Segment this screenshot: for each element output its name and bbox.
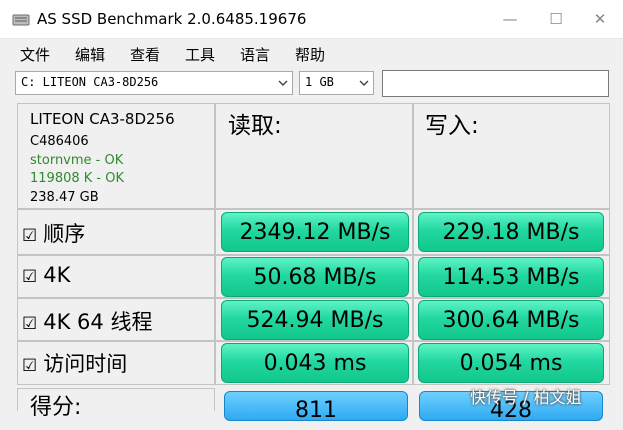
row-4k-64[interactable]: ☑ 4K 64 线程 (22, 306, 152, 336)
minimize-button[interactable]: — (487, 0, 533, 38)
4k64-write-result: 300.64 MB/s (418, 300, 604, 340)
menu-edit[interactable]: 编辑 (75, 44, 105, 65)
checkbox-4k[interactable]: ☑ (22, 267, 37, 287)
checkbox-4k-64[interactable]: ☑ (22, 314, 37, 334)
score-read: 811 (224, 391, 408, 423)
alignment-status: 119808 K - OK (30, 171, 124, 186)
menu-file[interactable]: 文件 (20, 44, 50, 65)
menu-view[interactable]: 查看 (130, 44, 160, 65)
row-4k[interactable]: ☑ 4K (22, 263, 70, 287)
menu-help[interactable]: 帮助 (295, 44, 325, 65)
row-label-sequential: 顺序 (43, 222, 86, 246)
chevron-down-icon (278, 80, 288, 86)
row-label-4k-64: 4K 64 线程 (43, 310, 153, 334)
drive-firmware: C486406 (30, 134, 89, 149)
seq-read-result: 2349.12 MB/s (221, 212, 409, 252)
size-select[interactable]: 1 GB (299, 71, 374, 95)
drive-model: LITEON CA3-8D256 (30, 110, 175, 128)
read-column-header: 读取: (228, 113, 282, 139)
driver-status: stornvme - OK (30, 153, 124, 168)
row-access-time[interactable]: ☑ 访问时间 (22, 348, 127, 378)
watermark-text: 快传号 / 柏文姐 (470, 388, 582, 407)
chevron-down-icon (359, 80, 369, 86)
size-select-value: 1 GB (305, 75, 334, 89)
drive-capacity: 238.47 GB (30, 190, 99, 205)
4k-write-result: 114.53 MB/s (418, 257, 604, 297)
score-label: 得分: (30, 395, 82, 420)
menu-bar: 文件 编辑 查看 工具 语言 帮助 (0, 40, 623, 66)
checkbox-sequential[interactable]: ☑ (22, 226, 37, 246)
row-label-access-time: 访问时间 (43, 352, 128, 376)
access-read-result: 0.043 ms (221, 343, 409, 383)
drive-select[interactable]: C: LITEON CA3-8D256 (15, 71, 293, 95)
4k64-read-result: 524.94 MB/s (221, 300, 409, 340)
write-column-header: 写入: (425, 113, 479, 139)
menu-language[interactable]: 语言 (240, 44, 270, 65)
4k-read-result: 50.68 MB/s (221, 257, 409, 297)
checkbox-access-time[interactable]: ☑ (22, 356, 37, 376)
seq-write-result: 229.18 MB/s (418, 212, 604, 252)
name-input[interactable] (382, 70, 609, 97)
access-write-result: 0.054 ms (418, 343, 604, 383)
close-button[interactable]: ✕ (577, 0, 623, 38)
app-drive-icon (12, 14, 30, 26)
maximize-button[interactable]: ☐ (533, 0, 579, 38)
menu-tools[interactable]: 工具 (185, 44, 215, 65)
title-bar: AS SSD Benchmark 2.0.6485.19676 — ☐ ✕ (0, 0, 623, 39)
drive-select-value: C: LITEON CA3-8D256 (21, 75, 159, 89)
row-sequential[interactable]: ☑ 顺序 (22, 218, 85, 248)
row-label-4k: 4K (43, 263, 71, 287)
window-title: AS SSD Benchmark 2.0.6485.19676 (37, 10, 307, 28)
